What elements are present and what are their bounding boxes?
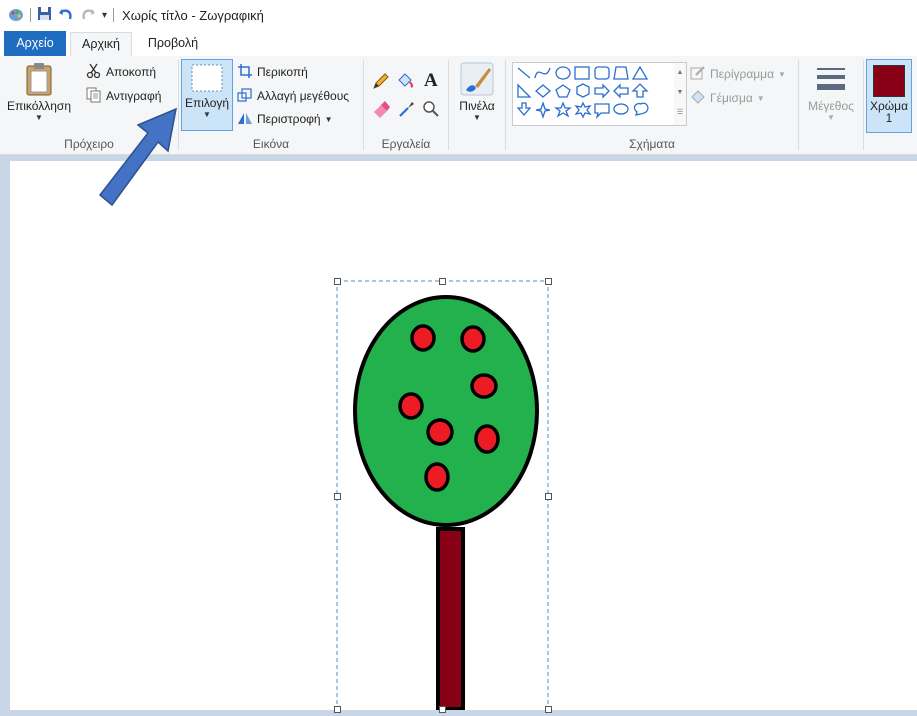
shapes-group-label: Σχήματα <box>629 137 675 151</box>
ribbon-tabs: Αρχείο Αρχική Προβολή <box>0 30 917 58</box>
customize-quick-access-icon[interactable]: ▾ <box>102 10 107 21</box>
fruit <box>426 418 454 446</box>
select-label: Επιλογή <box>184 96 230 110</box>
group-shapes: ▲ ▼ ☰ Περίγραμμα ▼ Γέμισμα ▼ Σχήματα <box>506 56 798 154</box>
chevron-down-icon: ▼ <box>35 113 43 122</box>
brushes-label: Πινέλα <box>459 99 495 113</box>
brushes-button[interactable]: Πινέλα ▼ <box>453 62 501 122</box>
color1-swatch <box>873 65 905 97</box>
paint-app-icon[interactable] <box>8 6 24 25</box>
paste-button[interactable]: Επικόλληση ▼ <box>6 62 72 122</box>
rotate-button[interactable]: Περιστροφή ▼ <box>237 109 333 129</box>
fill-button[interactable]: Γέμισμα ▼ <box>690 88 765 108</box>
fruit <box>460 325 486 353</box>
crop-button[interactable]: Περικοπή <box>237 62 308 82</box>
selection-handle[interactable] <box>334 493 341 500</box>
selection-handle[interactable] <box>439 706 446 713</box>
fruit <box>474 424 500 454</box>
color1-button[interactable]: Χρώμα 1 <box>866 59 912 133</box>
separator <box>863 60 864 150</box>
copy-label: Αντιγραφή <box>106 89 162 103</box>
image-group-label: Εικόνα <box>252 137 290 151</box>
fruit <box>410 324 436 352</box>
crop-label: Περικοπή <box>257 65 308 79</box>
selection-handle[interactable] <box>334 278 341 285</box>
separator <box>30 8 31 22</box>
pencil-icon[interactable] <box>372 72 390 93</box>
scroll-down-icon[interactable]: ▼ <box>674 83 686 103</box>
resize-label: Αλλαγή μεγέθους <box>257 89 350 103</box>
size-label: Μέγεθος <box>808 99 854 113</box>
save-icon[interactable] <box>37 6 52 24</box>
eraser-icon[interactable] <box>372 100 390 121</box>
fruit <box>424 462 450 492</box>
size-button[interactable]: Μέγεθος ▼ <box>803 64 859 122</box>
brush-icon <box>460 62 494 99</box>
drawing-canvas[interactable] <box>10 161 917 713</box>
color1-index: 1 <box>885 111 893 125</box>
clipboard-icon <box>24 63 54 99</box>
resize-icon <box>237 87 253 106</box>
chevron-down-icon: ▼ <box>756 93 765 103</box>
chevron-down-icon: ▼ <box>827 113 835 122</box>
tab-view[interactable]: Προβολή <box>138 32 208 55</box>
rotate-icon <box>237 110 253 129</box>
paste-label: Επικόλληση <box>6 99 71 113</box>
undo-icon[interactable] <box>58 6 74 25</box>
fill-bucket-icon[interactable] <box>396 72 414 93</box>
rotate-label: Περιστροφή <box>257 112 321 126</box>
annotation-arrow <box>98 107 177 207</box>
crop-icon <box>237 63 253 82</box>
group-tools: A Εργαλεία <box>364 56 448 154</box>
drawing <box>336 280 549 710</box>
select-button[interactable]: Επιλογή ▼ <box>181 59 233 131</box>
group-brushes: Πινέλα ▼ <box>449 56 505 154</box>
redo-icon[interactable] <box>80 6 96 25</box>
tab-home[interactable]: Αρχική <box>70 32 132 58</box>
magnifier-icon[interactable] <box>422 100 440 121</box>
chevron-down-icon: ▼ <box>203 110 211 119</box>
chevron-down-icon: ▼ <box>473 113 481 122</box>
shapes-scroll[interactable]: ▲ ▼ ☰ <box>674 62 687 126</box>
tree-trunk <box>436 527 465 710</box>
fruit <box>398 392 424 420</box>
outline-label: Περίγραμμα <box>710 67 775 81</box>
group-size: Μέγεθος ▼ <box>799 56 863 154</box>
workspace <box>0 155 917 716</box>
resize-button[interactable]: Αλλαγή μεγέθους <box>237 86 349 106</box>
outline-button[interactable]: Περίγραμμα ▼ <box>690 64 786 84</box>
fill-bucket-icon <box>690 89 706 108</box>
fruit <box>470 373 498 399</box>
title-bar: ▾ Χωρίς τίτλο - Ζωγραφική <box>0 0 917 30</box>
tools-group-label: Εργαλεία <box>381 137 431 151</box>
selection-handle[interactable] <box>439 278 446 285</box>
window-title: Χωρίς τίτλο - Ζωγραφική <box>122 7 264 23</box>
selection-handle[interactable] <box>545 706 552 713</box>
scissors-icon <box>86 63 102 82</box>
selection-handle[interactable] <box>545 493 552 500</box>
cut-button[interactable]: Αποκοπή <box>86 62 156 82</box>
selection-handle[interactable] <box>334 706 341 713</box>
outline-pen-icon <box>690 65 706 84</box>
tab-file[interactable]: Αρχείο <box>4 31 66 56</box>
group-image: Επιλογή ▼ Περικοπή Αλλαγή μεγέθους Περισ… <box>179 56 363 154</box>
scroll-up-icon[interactable]: ▲ <box>674 63 686 83</box>
line-width-icon <box>815 68 847 99</box>
text-icon[interactable]: A <box>424 70 438 92</box>
tree-crown <box>353 295 539 527</box>
fill-label: Γέμισμα <box>710 91 753 105</box>
chevron-down-icon: ▼ <box>324 114 333 124</box>
separator <box>113 8 115 22</box>
chevron-down-icon: ▼ <box>778 69 786 79</box>
selection-handle[interactable] <box>545 278 552 285</box>
shapes-gallery[interactable] <box>512 62 676 126</box>
expand-gallery-icon[interactable]: ☰ <box>674 103 686 123</box>
cut-label: Αποκοπή <box>106 65 157 79</box>
color-picker-icon[interactable] <box>398 100 416 121</box>
